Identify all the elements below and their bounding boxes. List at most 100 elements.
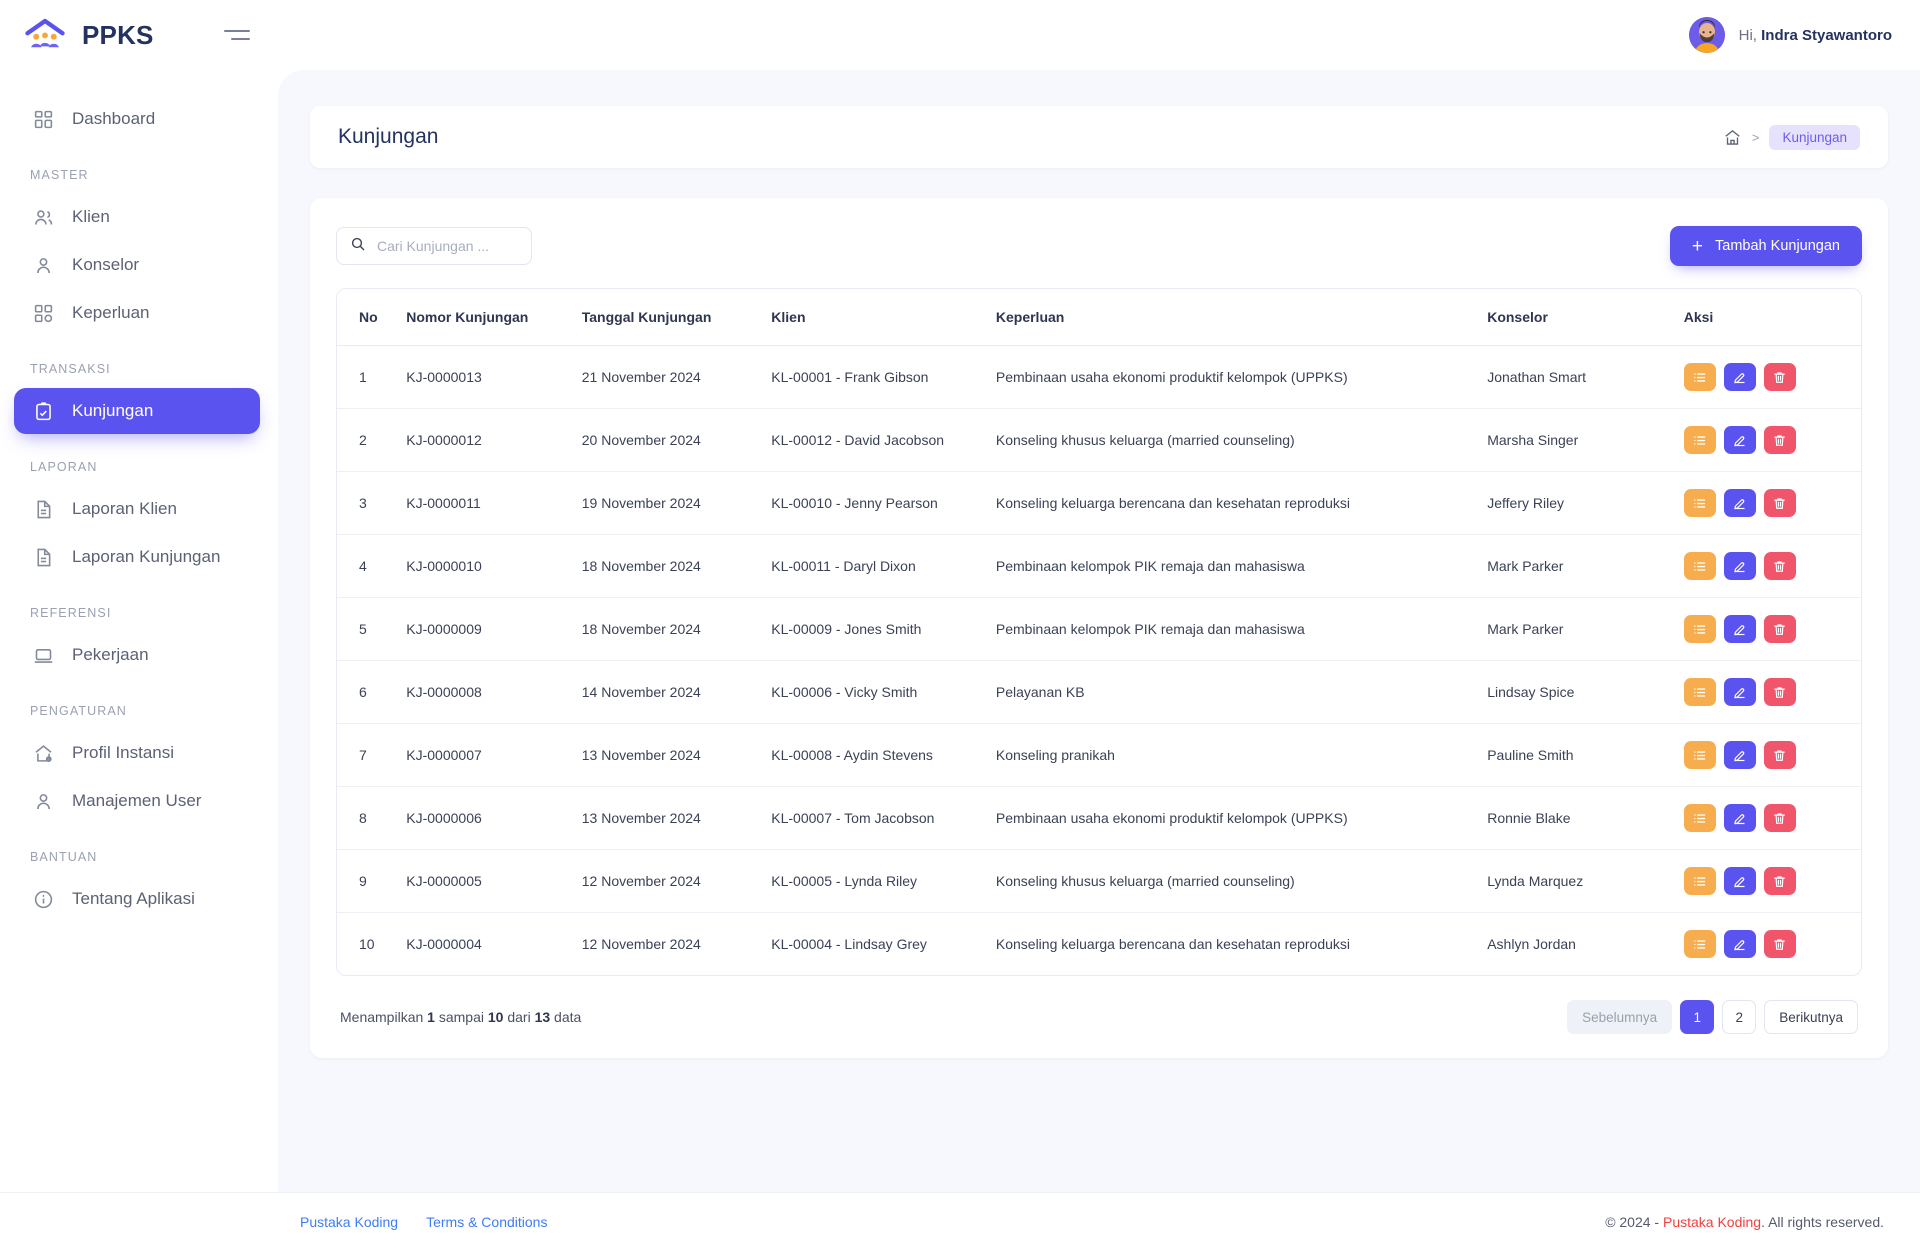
cell-keperluan: Konseling keluarga berencana dan kesehat… (985, 471, 1478, 535)
row-actions (1683, 552, 1851, 580)
cell-tanggal-kunjungan: 13 November 2024 (571, 723, 762, 787)
sidebar-item-tentang-aplikasi[interactable]: Tentang Aplikasi (14, 876, 260, 922)
delete-button[interactable] (1763, 489, 1796, 517)
sidebar-item-dashboard[interactable]: Dashboard (14, 96, 260, 142)
user-menu[interactable]: Hi, Indra Styawantoro (1688, 17, 1892, 53)
edit-button[interactable] (1723, 804, 1756, 832)
delete-button[interactable] (1763, 741, 1796, 769)
cell-klien: KL-00009 - Jones Smith (761, 597, 986, 661)
showing-total: 13 (534, 1009, 551, 1025)
row-actions (1683, 678, 1851, 706)
sidebar-item-label: Konselor (72, 255, 140, 274)
cell-nomor-kunjungan: KJ-0000005 (396, 849, 572, 913)
ppks-logo-icon (24, 18, 66, 52)
sidebar-item-laporan-klien[interactable]: Laporan Klien (14, 486, 260, 532)
edit-button[interactable] (1723, 678, 1756, 706)
sidebar-item-manajemen-user[interactable]: Manajemen User (14, 778, 260, 824)
trash-delete-icon (1772, 811, 1787, 826)
sidebar-item-label: Laporan Klien (72, 499, 177, 518)
edit-button[interactable] (1723, 552, 1756, 580)
footer-links: Pustaka Koding Terms & Conditions (300, 1214, 547, 1230)
edit-button[interactable] (1723, 741, 1756, 769)
edit-button[interactable] (1723, 426, 1756, 454)
showing-from: 1 (427, 1009, 435, 1025)
file-icon (32, 498, 54, 520)
sidebar-item-laporan-kunjungan[interactable]: Laporan Kunjungan (14, 534, 260, 580)
showing-text-2: sampai (434, 1009, 488, 1025)
edit-button[interactable] (1723, 363, 1756, 391)
dashboard-icon (32, 108, 54, 130)
main-content: Kunjungan > Kunjungan Cari Kunjungan ...… (278, 70, 1920, 1192)
cell-tanggal-kunjungan: 12 November 2024 (581, 936, 701, 952)
cell-nomor-kunjungan: KJ-0000012 (396, 408, 572, 472)
delete-button[interactable] (1763, 867, 1796, 895)
sidebar-item-klien[interactable]: Klien (14, 194, 260, 240)
sidebar-item-kunjungan[interactable]: Kunjungan (14, 388, 260, 434)
detail-button[interactable] (1683, 741, 1716, 769)
delete-button[interactable] (1763, 426, 1796, 454)
detail-button[interactable] (1683, 867, 1716, 895)
breadcrumb-separator: > (1751, 129, 1760, 145)
showing-to: 10 (487, 1009, 504, 1025)
detail-button[interactable] (1683, 426, 1716, 454)
trash-delete-icon (1772, 937, 1787, 952)
edit-button[interactable] (1723, 930, 1756, 958)
cell-aksi (1673, 534, 1861, 598)
pagination-page-2[interactable]: 2 (1722, 1000, 1757, 1034)
sidebar-item-profil-instansi[interactable]: Profil Instansi (14, 730, 260, 776)
row-actions (1683, 867, 1851, 895)
detail-button[interactable] (1683, 363, 1716, 391)
list-detail-icon (1692, 937, 1707, 952)
sidebar-item-konselor[interactable]: Konselor (14, 242, 260, 288)
footer-link-terms[interactable]: Terms & Conditions (426, 1214, 547, 1230)
cell-klien: KL-00005 - Lynda Riley (761, 849, 986, 913)
kunjungan-table-container: No Nomor Kunjungan Tanggal Kunjungan Kli… (336, 288, 1862, 976)
detail-button[interactable] (1683, 489, 1716, 517)
copyright-prefix: © 2024 - (1605, 1213, 1663, 1230)
brand-title: PPKS (82, 19, 154, 50)
greeting-prefix: Hi, (1738, 26, 1757, 44)
detail-button[interactable] (1683, 552, 1716, 580)
showing-text-1: Menampilkan (340, 1009, 428, 1025)
add-kunjungan-button[interactable]: + Tambah Kunjungan (1669, 226, 1862, 266)
page-footer: Pustaka Koding Terms & Conditions © 2024… (0, 1192, 1920, 1250)
edit-button[interactable] (1723, 615, 1756, 643)
user-icon (32, 790, 54, 812)
delete-button[interactable] (1763, 678, 1796, 706)
detail-button[interactable] (1683, 678, 1716, 706)
cell-nomor-kunjungan: KJ-0000007 (396, 723, 572, 787)
footer-link-pustaka-koding[interactable]: Pustaka Koding (300, 1214, 398, 1230)
sidebar-item-keperluan[interactable]: Keperluan (14, 290, 260, 336)
list-detail-icon (1692, 811, 1707, 826)
search-box[interactable] (336, 227, 532, 265)
table-row: 5 KJ-0000009 18 November 2024 KL-00009 - Jo… (337, 597, 1861, 661)
showing-text-4: data (550, 1009, 582, 1025)
delete-button[interactable] (1763, 615, 1796, 643)
home-icon[interactable] (1723, 128, 1742, 147)
edit-button[interactable] (1723, 489, 1756, 517)
list-detail-icon (1692, 559, 1707, 574)
brand[interactable]: PPKS (0, 0, 154, 70)
delete-button[interactable] (1763, 804, 1796, 832)
cell-konselor: Lindsay Spice (1477, 660, 1674, 724)
delete-button[interactable] (1763, 552, 1796, 580)
cell-keperluan: Pembinaan kelompok PIK remaja dan mahasi… (985, 534, 1478, 598)
detail-button[interactable] (1683, 930, 1716, 958)
edit-pencil-icon (1732, 622, 1747, 637)
delete-button[interactable] (1763, 363, 1796, 391)
hamburger-icon[interactable] (224, 24, 250, 46)
edit-button[interactable] (1723, 867, 1756, 895)
sidebar-item-pekerjaan[interactable]: Pekerjaan (14, 632, 260, 678)
pagination-next[interactable]: Berikutnya (1764, 1000, 1858, 1034)
search-input[interactable] (377, 238, 518, 254)
cell-tanggal-kunjungan: 20 November 2024 (571, 408, 762, 472)
cell-nomor-kunjungan: KJ-0000008 (396, 660, 572, 724)
pagination-prev[interactable]: Sebelumnya (1567, 1000, 1673, 1034)
list-detail-icon (1692, 370, 1707, 385)
detail-button[interactable] (1683, 804, 1716, 832)
detail-button[interactable] (1683, 615, 1716, 643)
column-header-klien: Klien (761, 289, 986, 346)
table-row: 9 KJ-0000005 12 November 2024 KL-00005 - Ly… (337, 849, 1861, 913)
delete-button[interactable] (1763, 930, 1796, 958)
pagination-page-1[interactable]: 1 (1680, 1000, 1715, 1034)
